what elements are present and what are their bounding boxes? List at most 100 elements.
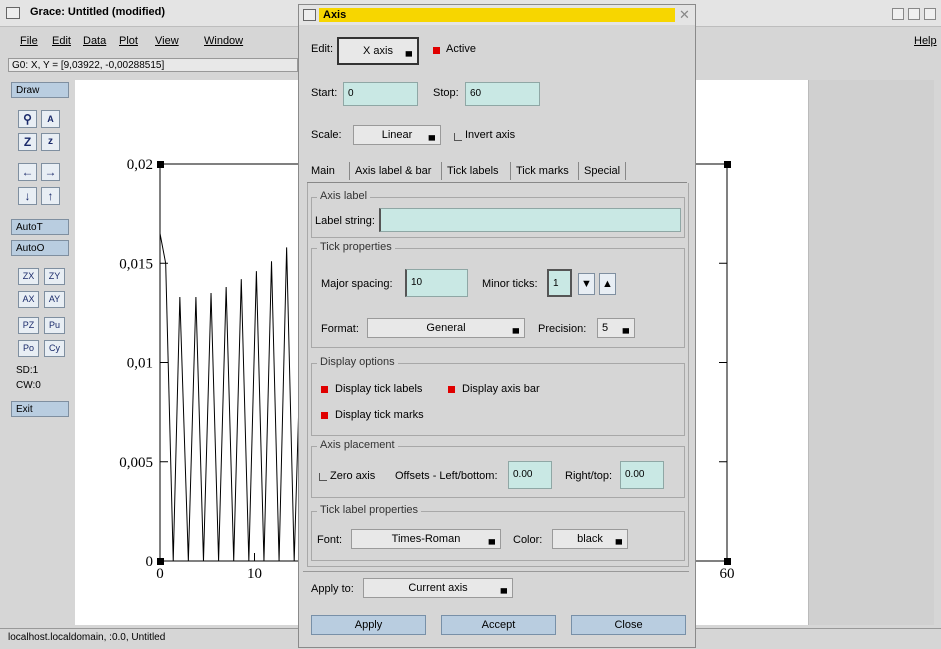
dialog-separator <box>303 571 689 572</box>
stop-label: Stop: <box>433 87 459 99</box>
display-axis-bar-label: Display axis bar <box>462 383 540 395</box>
font-value: Times-Roman <box>391 533 461 545</box>
precision-dropdown[interactable]: 5 ▄ <box>597 318 635 338</box>
arrow-right-icon[interactable]: → <box>41 163 60 181</box>
dropdown-arrow-icon: ▄ <box>500 583 507 593</box>
dropdown-arrow-icon: ▄ <box>405 46 412 56</box>
tab-axis-label-bar[interactable]: Axis label & bar <box>349 162 431 180</box>
tab-special[interactable]: Special <box>578 162 627 180</box>
main-title: Grace: Untitled (modified) <box>30 6 166 18</box>
tick-label-properties-group-title: Tick label properties <box>317 504 422 516</box>
color-label: Color: <box>513 534 543 546</box>
x-tick-label: 10 <box>247 566 262 582</box>
major-spacing-input[interactable]: 10 <box>405 269 468 297</box>
tab-tick-marks[interactable]: Tick marks <box>510 162 569 180</box>
arrow-left-icon[interactable]: ← <box>18 163 37 181</box>
autoo-button[interactable]: AutoO <box>11 240 69 256</box>
offsets-label: Offsets - Left/bottom: <box>395 470 498 482</box>
apply-to-value: Current axis <box>408 582 468 594</box>
font-dropdown[interactable]: Times-Roman ▄ <box>351 529 501 549</box>
po-button[interactable]: Po <box>18 340 39 357</box>
arrow-down-icon[interactable]: ↓ <box>18 187 37 205</box>
dialog-titlebar: Axis ✕ <box>299 5 695 25</box>
right-top-input[interactable]: 0.00 <box>620 461 664 489</box>
zx-button[interactable]: ZX <box>18 268 39 285</box>
minor-ticks-input[interactable]: 1 <box>547 269 572 297</box>
major-spacing-label: Major spacing: <box>321 278 393 290</box>
invert-axis-checkbox[interactable] <box>454 133 462 141</box>
apply-to-label: Apply to: <box>311 583 354 595</box>
display-tick-labels-checkbox[interactable] <box>321 386 328 393</box>
pu-button[interactable]: Pu <box>44 317 65 334</box>
spin-up-icon[interactable]: ▲ <box>599 273 616 295</box>
dropdown-arrow-icon: ▄ <box>615 534 622 544</box>
display-tick-marks-checkbox[interactable] <box>321 412 328 419</box>
menu-file[interactable]: File <box>20 35 38 47</box>
y-tick-label: 0,015 <box>119 256 153 272</box>
spin-down-icon[interactable]: ▼ <box>578 273 595 295</box>
cy-button[interactable]: Cy <box>44 340 65 357</box>
minimize-icon[interactable] <box>892 8 904 20</box>
x-tick-label: 60 <box>720 566 735 582</box>
precision-label: Precision: <box>538 323 587 335</box>
right-top-label: Right/top: <box>565 470 613 482</box>
edit-axis-value: X axis <box>363 45 393 57</box>
zoom-in-icon[interactable]: Z <box>18 133 37 151</box>
zy-button[interactable]: ZY <box>44 268 65 285</box>
zoom-icon[interactable]: ⚲ <box>18 110 37 128</box>
display-options-group-title: Display options <box>317 356 398 368</box>
zoom-out-icon[interactable]: z <box>41 133 60 151</box>
close-icon[interactable]: ✕ <box>679 7 690 23</box>
menu-edit[interactable]: Edit <box>52 35 71 47</box>
autot-button[interactable]: AutoT <box>11 219 69 235</box>
tab-main[interactable]: Main <box>311 162 335 180</box>
maximize-icon[interactable] <box>908 8 920 20</box>
precision-value: 5 <box>602 322 609 334</box>
accept-button[interactable]: Accept <box>441 615 556 635</box>
ax-button[interactable]: AX <box>18 291 39 308</box>
scale-value: Linear <box>381 129 413 141</box>
format-dropdown[interactable]: General ▄ <box>367 318 525 338</box>
edit-axis-dropdown[interactable]: X axis ▄ <box>337 37 419 65</box>
ay-button[interactable]: AY <box>44 291 65 308</box>
label-string-input[interactable] <box>379 208 681 232</box>
menu-window[interactable]: Window <box>204 35 243 47</box>
apply-button[interactable]: Apply <box>311 615 426 635</box>
minor-ticks-label: Minor ticks: <box>482 278 538 290</box>
invert-axis-label: Invert axis <box>465 129 516 141</box>
color-value: black <box>577 533 603 545</box>
tab-tick-labels[interactable]: Tick labels <box>441 162 499 180</box>
zero-axis-checkbox[interactable] <box>319 473 327 481</box>
start-label: Start: <box>311 87 338 99</box>
start-input[interactable]: 0 <box>343 82 418 106</box>
scale-dropdown[interactable]: Linear ▄ <box>353 125 441 145</box>
menu-data[interactable]: Data <box>83 35 106 47</box>
autoscale-icon[interactable]: A <box>41 110 60 128</box>
menu-help[interactable]: Help <box>914 35 937 47</box>
zero-axis-label: Zero axis <box>330 470 376 482</box>
font-label: Font: <box>317 534 343 546</box>
menu-plot[interactable]: Plot <box>119 35 138 47</box>
exit-button[interactable]: Exit <box>11 401 69 417</box>
axis-label-group-title: Axis label <box>317 190 371 202</box>
active-checkbox[interactable] <box>433 47 440 54</box>
color-dropdown[interactable]: black ▄ <box>552 529 628 549</box>
dialog-menu-icon[interactable] <box>303 9 316 21</box>
menu-view[interactable]: View <box>155 35 179 47</box>
close-window-icon[interactable] <box>924 8 936 20</box>
dialog-title-highlight <box>319 8 675 22</box>
display-tick-labels-label: Display tick labels <box>335 383 423 395</box>
set-display: SD:1 <box>16 365 39 376</box>
display-axis-bar-checkbox[interactable] <box>448 386 455 393</box>
draw-button[interactable]: Draw <box>11 82 69 98</box>
dialog-title: Axis <box>323 9 347 21</box>
close-button[interactable]: Close <box>571 615 686 635</box>
apply-to-dropdown[interactable]: Current axis ▄ <box>363 578 513 598</box>
left-bottom-input[interactable]: 0.00 <box>508 461 552 489</box>
window-menu-icon[interactable] <box>6 7 20 19</box>
pz-button[interactable]: PZ <box>18 317 39 334</box>
axis-placement-group-title: Axis placement <box>317 439 398 451</box>
arrow-up-icon[interactable]: ↑ <box>41 187 60 205</box>
x-tick-label: 0 <box>156 566 164 582</box>
stop-input[interactable]: 60 <box>465 82 540 106</box>
